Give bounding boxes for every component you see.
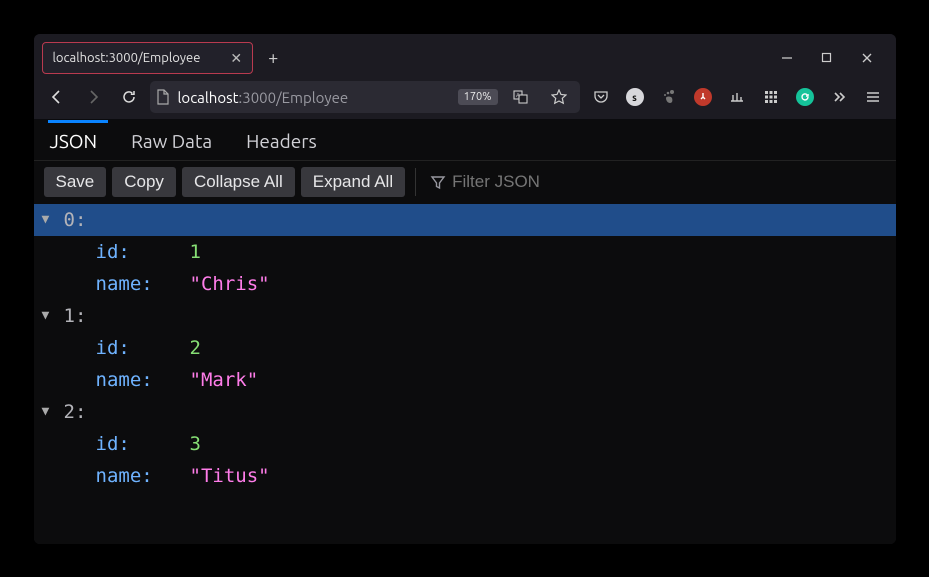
overflow-icon[interactable] [824,82,854,112]
hamburger-menu-icon[interactable] [858,82,888,112]
translate-icon[interactable]: A [506,82,536,112]
json-prop-key: id: [96,433,190,455]
ext-ublock-icon[interactable] [688,82,718,112]
close-tab-icon[interactable]: ✕ [230,51,242,65]
json-prop-key: name: [96,273,190,295]
maximize-button[interactable] [812,43,842,73]
back-button[interactable] [42,82,72,112]
tab-title: localhost:3000/Employee [53,51,201,65]
reload-button[interactable] [114,82,144,112]
json-array-item[interactable]: ▼ 2: [34,396,896,428]
filter-wrap [426,172,885,192]
json-array-item[interactable]: ▼ 1: [34,300,896,332]
toolbar-icons: s [586,82,888,112]
json-prop-key: id: [96,337,190,359]
close-window-button[interactable] [852,43,882,73]
json-prop-key: id: [96,241,190,263]
minimize-button[interactable] [772,43,802,73]
active-tab-indicator [48,120,108,123]
url-text: localhost:3000/Employee [178,89,450,106]
json-number-value: 3 [190,433,201,455]
json-number-value: 2 [190,337,201,359]
copy-button[interactable]: Copy [112,167,176,197]
ext-s-icon[interactable]: s [620,82,650,112]
chevron-down-icon[interactable]: ▼ [42,404,60,419]
json-number-value: 1 [190,241,201,263]
ext-grammarly-icon[interactable] [790,82,820,112]
browser-window: localhost:3000/Employee ✕ + [34,34,896,544]
json-property-row[interactable]: id: 2 [34,332,896,364]
tab-headers[interactable]: Headers [244,122,319,160]
json-index-key: 2: [64,401,87,423]
pocket-icon[interactable] [586,82,616,112]
json-prop-key: name: [96,465,190,487]
ext-gnome-icon[interactable] [654,82,684,112]
json-prop-key: name: [96,369,190,391]
json-property-row[interactable]: name: "Titus" [34,460,896,492]
json-toolbar: Save Copy Collapse All Expand All [34,160,896,204]
json-content: ▼ 0: id: 1 name: "Chris" ▼ 1: id: 2 name… [34,204,896,544]
json-string-value: "Chris" [190,273,270,295]
browser-tab[interactable]: localhost:3000/Employee ✕ [42,42,254,74]
tab-raw-data[interactable]: Raw Data [129,122,214,160]
window-controls [772,43,888,73]
svg-text:A: A [516,92,520,99]
tab-bar: localhost:3000/Employee ✕ + [34,34,896,76]
json-array-item[interactable]: ▼ 0: [34,204,896,236]
zoom-badge[interactable]: 170% [458,89,498,105]
json-index-key: 1: [64,305,87,327]
json-property-row[interactable]: id: 1 [34,236,896,268]
url-bar-row: localhost:3000/Employee 170% A s [34,76,896,120]
json-view-tabs: JSON Raw Data Headers [34,120,896,160]
ext-devtools-icon[interactable] [722,82,752,112]
json-property-row[interactable]: name: "Mark" [34,364,896,396]
document-icon [156,89,170,105]
ext-apps-icon[interactable] [756,82,786,112]
new-tab-button[interactable]: + [259,44,287,72]
chevron-down-icon[interactable]: ▼ [42,308,60,323]
json-property-row[interactable]: id: 3 [34,428,896,460]
toolbar-separator [415,168,416,196]
collapse-all-button[interactable]: Collapse All [182,167,295,197]
json-index-key: 0: [64,209,87,231]
url-box[interactable]: localhost:3000/Employee 170% A [150,81,580,113]
save-button[interactable]: Save [44,167,107,197]
json-property-row[interactable]: name: "Chris" [34,268,896,300]
bookmark-icon[interactable] [544,82,574,112]
expand-all-button[interactable]: Expand All [301,167,405,197]
json-string-value: "Mark" [190,369,259,391]
tab-json[interactable]: JSON [48,122,100,160]
funnel-icon [430,174,446,190]
chevron-down-icon[interactable]: ▼ [42,212,60,227]
json-string-value: "Titus" [190,465,270,487]
forward-button[interactable] [78,82,108,112]
filter-input[interactable] [452,172,652,192]
